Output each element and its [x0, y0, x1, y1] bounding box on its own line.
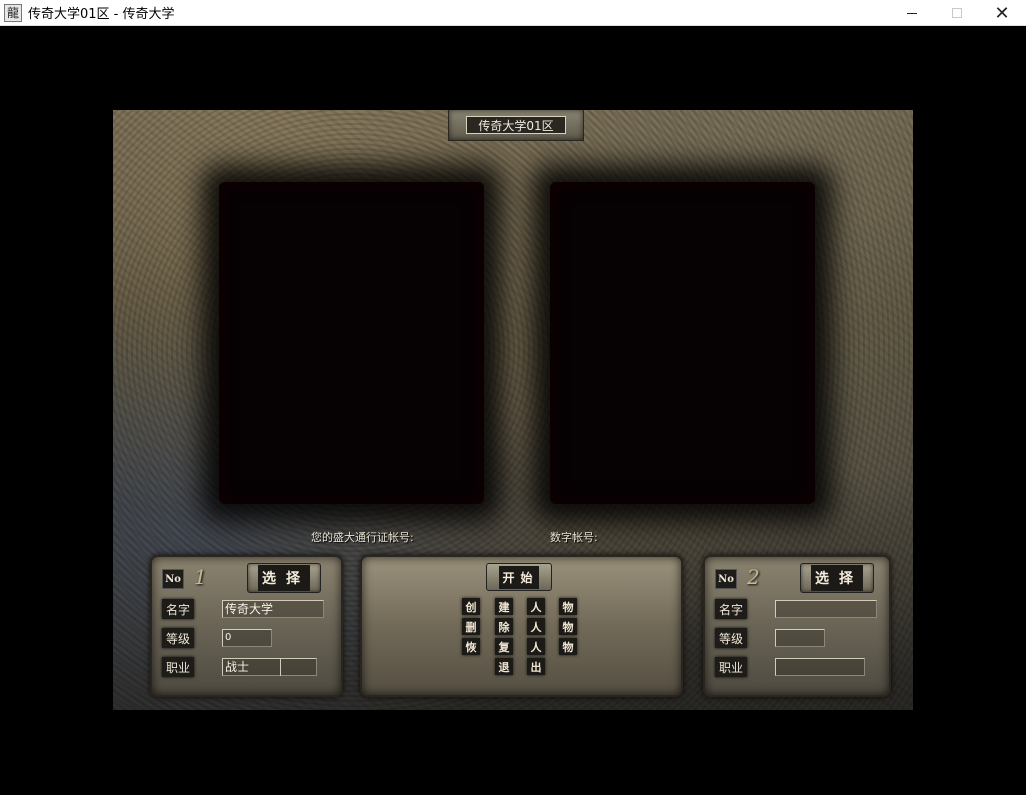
menu-glyph: 建 [495, 598, 513, 615]
character-portrait-1[interactable] [219, 182, 484, 504]
restore-character-button[interactable]: 恢 复 人 物 [362, 638, 681, 656]
job-label: 职业 [162, 657, 194, 677]
menu-glyph: 物 [559, 638, 577, 655]
slot-no-badge: No [162, 569, 184, 589]
create-character-button[interactable]: 创 建 人 物 [362, 598, 681, 616]
menu-glyph: 删 [462, 618, 480, 635]
character-name-field: 传奇大学 [222, 600, 324, 618]
job-field-divider [280, 658, 281, 676]
slot-no-badge: No [715, 569, 737, 589]
close-icon: ✕ [994, 2, 1010, 24]
select-button-label: 选择 [811, 565, 863, 591]
exit-button[interactable]: 退 出 [362, 658, 681, 676]
menu-glyph: 人 [527, 598, 545, 615]
menu-glyph: 恢 [462, 638, 480, 655]
close-button[interactable]: ✕ [979, 0, 1025, 26]
character-slot-2-panel: No 2 选择 名字 等级 职业 [703, 555, 891, 697]
pass-account-label: 您的盛大通行证帐号: [311, 531, 414, 544]
menu-glyph: 物 [559, 598, 577, 615]
maximize-button[interactable] [934, 0, 980, 26]
select-button-label: 选择 [258, 565, 310, 591]
character-portrait-2[interactable] [550, 182, 815, 504]
server-plaque: 传奇大学01区 [448, 110, 584, 141]
select-button-1[interactable]: 选择 [247, 563, 321, 593]
menu-glyph: 人 [527, 638, 545, 655]
menu-glyph: 退 [495, 658, 513, 675]
menu-panel: 开始 创 建 人 物 删 除 人 物 恢 复 人 物 退 出 [360, 555, 683, 697]
character-level-field [775, 629, 825, 647]
level-label: 等级 [715, 628, 747, 648]
job-label: 职业 [715, 657, 747, 677]
slot-number: 2 [747, 565, 760, 589]
digital-account-label: 数字帐号: [550, 531, 598, 544]
character-slot-1-panel: No 1 选择 名字 等级 职业 传奇大学 0 战士 [150, 555, 343, 697]
character-name-field [775, 600, 877, 618]
name-label: 名字 [715, 599, 747, 619]
menu-glyph: 物 [559, 618, 577, 635]
character-job-field [775, 658, 865, 676]
window-titlebar: 龍 传奇大学01区 - 传奇大学 ✕ [0, 0, 1026, 26]
minimize-icon [907, 12, 917, 14]
maximize-icon [952, 8, 962, 18]
delete-character-button[interactable]: 删 除 人 物 [362, 618, 681, 636]
slot-number: 1 [194, 565, 207, 589]
server-name: 传奇大学01区 [466, 116, 566, 134]
app-dragon-icon: 龍 [4, 3, 22, 22]
name-label: 名字 [162, 599, 194, 619]
character-select-screen: 传奇大学01区 您的盛大通行证帐号: 数字帐号: No 1 选择 名字 等级 职… [113, 110, 913, 710]
menu-glyph: 创 [462, 598, 480, 615]
level-label: 等级 [162, 628, 194, 648]
window-title: 传奇大学01区 - 传奇大学 [28, 7, 175, 22]
select-button-2[interactable]: 选择 [800, 563, 874, 593]
character-job-field: 战士 [222, 658, 317, 676]
character-level-field: 0 [222, 629, 272, 647]
start-button-label: 开始 [499, 565, 539, 589]
menu-glyph: 除 [495, 618, 513, 635]
menu-glyph: 复 [495, 638, 513, 655]
minimize-button[interactable] [889, 0, 935, 26]
menu-glyph: 人 [527, 618, 545, 635]
menu-glyph: 出 [527, 658, 545, 675]
start-button[interactable]: 开始 [486, 563, 552, 591]
